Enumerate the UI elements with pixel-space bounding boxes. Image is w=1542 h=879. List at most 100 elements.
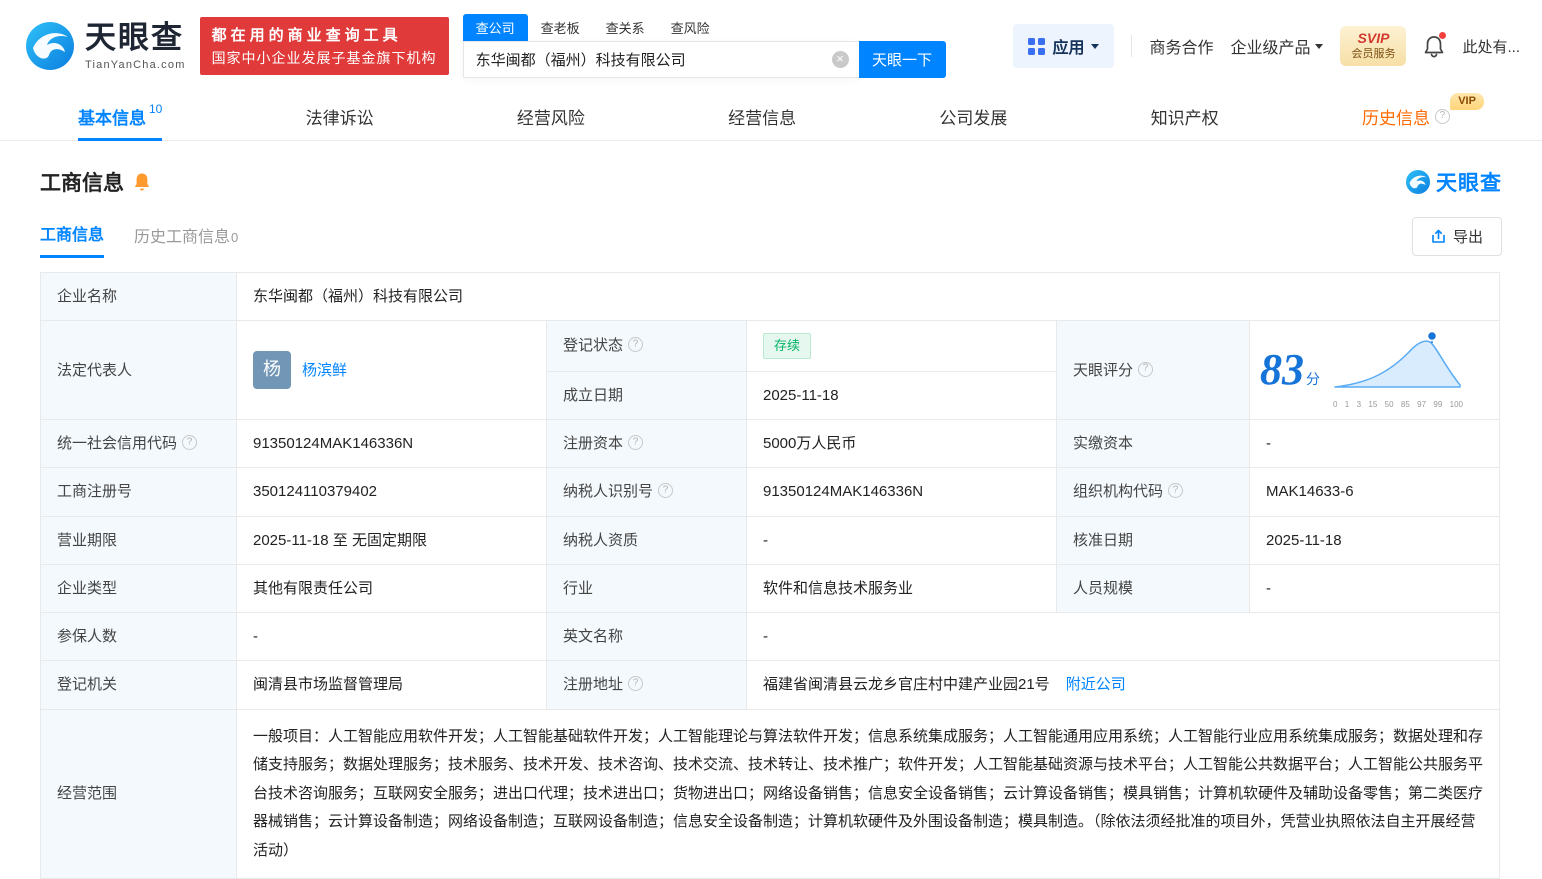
- svip-membership-button[interactable]: SVIP 会员服务: [1340, 26, 1406, 65]
- tab-label: 基本信息: [78, 104, 146, 129]
- logo-title: 天眼查: [85, 21, 186, 55]
- monitor-bell-icon[interactable]: [133, 172, 151, 192]
- tab-history-info[interactable]: 历史信息 VIP: [1362, 92, 1450, 140]
- field-label-cell: 经营范围: [41, 709, 237, 879]
- apps-menu[interactable]: 应用: [1013, 24, 1114, 68]
- table-row: 营业期限 2025-11-18 至 无固定期限 纳税人资质 - 核准日期 202…: [41, 516, 1500, 564]
- field-label: 英文名称: [563, 628, 623, 645]
- clear-icon[interactable]: [832, 51, 849, 68]
- user-account[interactable]: 此处有...: [1462, 36, 1520, 57]
- field-value: -: [253, 628, 258, 645]
- promo-line-2: 国家中小企业发展子基金旗下机构: [212, 48, 437, 68]
- help-icon[interactable]: [628, 337, 643, 352]
- score-curve-chart: 0131550859799100: [1332, 329, 1464, 412]
- subtab-history-business-info[interactable]: 历史工商信息0: [134, 223, 238, 257]
- table-row: 企业类型 其他有限责任公司 行业 软件和信息技术服务业 人员规模 -: [41, 564, 1500, 612]
- tab-company-development[interactable]: 公司发展: [939, 92, 1007, 140]
- field-label-cell: 企业名称: [41, 273, 237, 321]
- help-icon[interactable]: [1138, 362, 1153, 377]
- field-value: 2025-11-18 至 无固定期限: [253, 532, 427, 549]
- tab-intellectual-property[interactable]: 知识产权: [1151, 92, 1219, 140]
- search-button[interactable]: 天眼一下: [859, 41, 946, 78]
- help-icon[interactable]: [182, 435, 197, 450]
- search-tab-boss[interactable]: 查老板: [528, 14, 593, 41]
- field-value: -: [1266, 435, 1271, 452]
- field-label: 组织机构代码: [1073, 483, 1163, 500]
- tab-operation-risk[interactable]: 经营风险: [517, 92, 585, 140]
- field-label: 纳税人识别号: [563, 483, 653, 500]
- chevron-down-icon: [1315, 44, 1323, 49]
- field-value-cell: 存续: [747, 321, 1057, 372]
- field-label-cell: 人员规模: [1057, 564, 1250, 612]
- tab-label: 经营风险: [517, 104, 585, 129]
- field-value-cell: -: [747, 516, 1057, 564]
- cooperation-label: 商务合作: [1149, 34, 1213, 58]
- field-value: 2025-11-18: [763, 387, 839, 404]
- field-label: 纳税人资质: [563, 532, 638, 549]
- export-label: 导出: [1453, 226, 1483, 247]
- logo-domain: TianYanCha.com: [85, 59, 186, 71]
- business-scope-value: 一般项目：人工智能应用软件开发；人工智能基础软件开发；人工智能理论与算法软件开发…: [253, 728, 1483, 859]
- help-icon[interactable]: [628, 676, 643, 691]
- search-tab-company[interactable]: 查公司: [463, 14, 528, 41]
- search-box: [463, 41, 859, 78]
- field-label: 统一社会信用代码: [57, 435, 177, 452]
- field-value-cell: 5000万人民币: [747, 420, 1057, 468]
- help-icon[interactable]: [1168, 483, 1183, 498]
- tab-operation-info[interactable]: 经营信息: [728, 92, 796, 140]
- table-row: 经营范围 一般项目：人工智能应用软件开发；人工智能基础软件开发；人工智能理论与算…: [41, 709, 1500, 879]
- table-row: 统一社会信用代码 91350124MAK146336N 注册资本 5000万人民…: [41, 420, 1500, 468]
- score-value: 83: [1260, 345, 1304, 394]
- field-label-cell: 成立日期: [547, 371, 747, 419]
- field-value-cell: 83分 0131550859799100: [1250, 321, 1500, 420]
- brand-watermark-text: 天眼查: [1436, 167, 1502, 197]
- field-label: 实缴资本: [1073, 435, 1133, 452]
- tab-legal-proceedings[interactable]: 法律诉讼: [306, 92, 374, 140]
- field-label: 天眼评分: [1073, 362, 1133, 379]
- field-value-cell: 91350124MAK146336N: [747, 468, 1057, 516]
- table-row: 登记机关 闽清县市场监督管理局 注册地址 福建省闽清县云龙乡官庄村中建产业园21…: [41, 661, 1500, 709]
- field-value-cell: 软件和信息技术服务业: [747, 564, 1057, 612]
- tianyancha-logo[interactable]: 天眼查 TianYanCha.com: [24, 20, 186, 72]
- field-value-cell: 福建省闽清县云龙乡官庄村中建产业园21号附近公司: [747, 661, 1500, 709]
- field-value-cell: MAK14633-6: [1250, 468, 1500, 516]
- business-info-table: 企业名称 东华闽都（福州）科技有限公司 法定代表人 杨 杨滨鲜 登记状态 存续 …: [40, 272, 1500, 879]
- enterprise-products-link[interactable]: 企业级产品: [1230, 34, 1323, 58]
- field-value: -: [1266, 580, 1271, 597]
- help-icon[interactable]: [1435, 109, 1450, 124]
- nearby-companies-link[interactable]: 附近公司: [1066, 676, 1126, 693]
- legal-rep-avatar[interactable]: 杨: [253, 351, 291, 389]
- cooperation-link[interactable]: 商务合作: [1149, 34, 1213, 58]
- legal-rep-link[interactable]: 杨滨鲜: [302, 359, 347, 382]
- subtab-business-info[interactable]: 工商信息: [40, 221, 104, 258]
- field-value: 闽清县市场监督管理局: [253, 676, 403, 693]
- help-icon[interactable]: [628, 435, 643, 450]
- field-label-cell: 法定代表人: [41, 321, 237, 420]
- tab-basic-info[interactable]: 基本信息 10: [78, 92, 162, 140]
- tianyancha-watermark-icon: [1405, 169, 1431, 195]
- table-row: 企业名称 东华闽都（福州）科技有限公司: [41, 273, 1500, 321]
- enterprise-label: 企业级产品: [1230, 34, 1310, 58]
- field-label: 参保人数: [57, 628, 117, 645]
- tab-label: 经营信息: [728, 104, 796, 129]
- export-button[interactable]: 导出: [1412, 217, 1502, 256]
- subtab-count: 0: [231, 230, 238, 245]
- field-value-cell: 杨 杨滨鲜: [237, 321, 547, 420]
- help-icon[interactable]: [658, 483, 673, 498]
- field-label: 工商注册号: [57, 483, 132, 500]
- search-tab-risk[interactable]: 查风险: [658, 14, 723, 41]
- table-row: 参保人数 - 英文名称 -: [41, 613, 1500, 661]
- chevron-down-icon: [1091, 44, 1099, 49]
- export-icon: [1431, 229, 1446, 244]
- divider: [1131, 35, 1132, 57]
- field-label-cell: 组织机构代码: [1057, 468, 1250, 516]
- svip-sublabel: 会员服务: [1351, 48, 1395, 62]
- field-label-cell: 登记状态: [547, 321, 747, 372]
- search-input[interactable]: [476, 51, 832, 68]
- field-value-cell: -: [1250, 564, 1500, 612]
- field-label-cell: 登记机关: [41, 661, 237, 709]
- notification-bell-icon[interactable]: [1423, 34, 1445, 58]
- field-value-cell: 闽清县市场监督管理局: [237, 661, 547, 709]
- address-value: 福建省闽清县云龙乡官庄村中建产业园21号: [763, 676, 1050, 693]
- search-tab-relation[interactable]: 查关系: [593, 14, 658, 41]
